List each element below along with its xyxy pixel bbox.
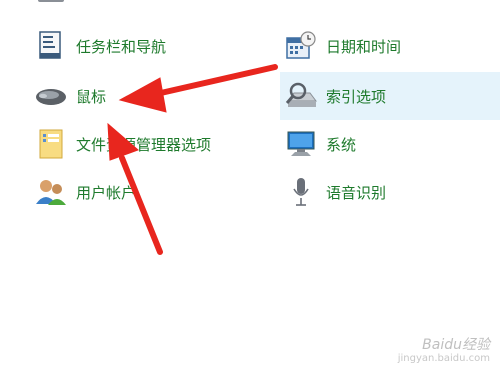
mouse-icon [34,79,68,113]
folder-options-icon [34,127,68,161]
system-icon [284,127,318,161]
item-file-explorer-options[interactable]: 文件资源管理器选项 [34,126,274,162]
partial-label-top-left [82,0,112,9]
item-label: 系统 [326,135,357,154]
watermark-url: jingyan.baidu.com [397,353,490,364]
item-label: 鼠标 [76,87,107,106]
item-label: 语音识别 [326,183,387,202]
item-label: 文件资源管理器选项 [76,135,212,154]
item-indexing-options[interactable]: 索引选项 [280,72,500,120]
partial-icon [38,0,64,2]
indexing-options-icon [284,79,318,113]
watermark-logo-text: Baidu经验 [422,337,490,353]
date-time-icon [284,29,318,63]
item-label: 日期和时间 [326,37,402,56]
item-speech-recognition[interactable]: 语音识别 [284,174,500,210]
item-label: 用户帐户 [76,183,137,202]
item-taskbar-navigation[interactable]: 任务栏和导航 [34,28,264,64]
item-user-accounts[interactable]: 用户帐户 [34,174,264,210]
item-label: 索引选项 [326,87,387,106]
taskbar-icon [34,29,68,63]
partial-item-top-left [30,0,70,8]
item-label: 任务栏和导航 [76,37,167,56]
item-mouse[interactable]: 鼠标 [34,78,264,114]
watermark: Baidu经验 jingyan.baidu.com [397,337,490,365]
item-date-time[interactable]: 日期和时间 [284,28,500,64]
user-accounts-icon [34,175,68,209]
checkmark-badge-icon [285,0,325,12]
speech-recognition-icon [284,175,318,209]
partial-item-top-right [285,0,325,12]
item-system[interactable]: 系统 [284,126,500,162]
